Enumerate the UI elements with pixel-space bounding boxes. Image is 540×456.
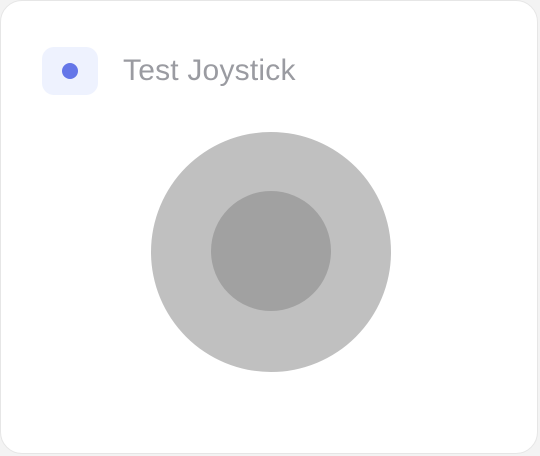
card-header: Test Joystick bbox=[42, 47, 296, 95]
card-icon-badge bbox=[42, 47, 98, 95]
dot-icon bbox=[62, 63, 78, 79]
joystick-base bbox=[151, 132, 391, 372]
joystick-knob[interactable] bbox=[211, 191, 331, 311]
card-title: Test Joystick bbox=[123, 54, 296, 87]
joystick-card: Test Joystick bbox=[0, 0, 538, 454]
